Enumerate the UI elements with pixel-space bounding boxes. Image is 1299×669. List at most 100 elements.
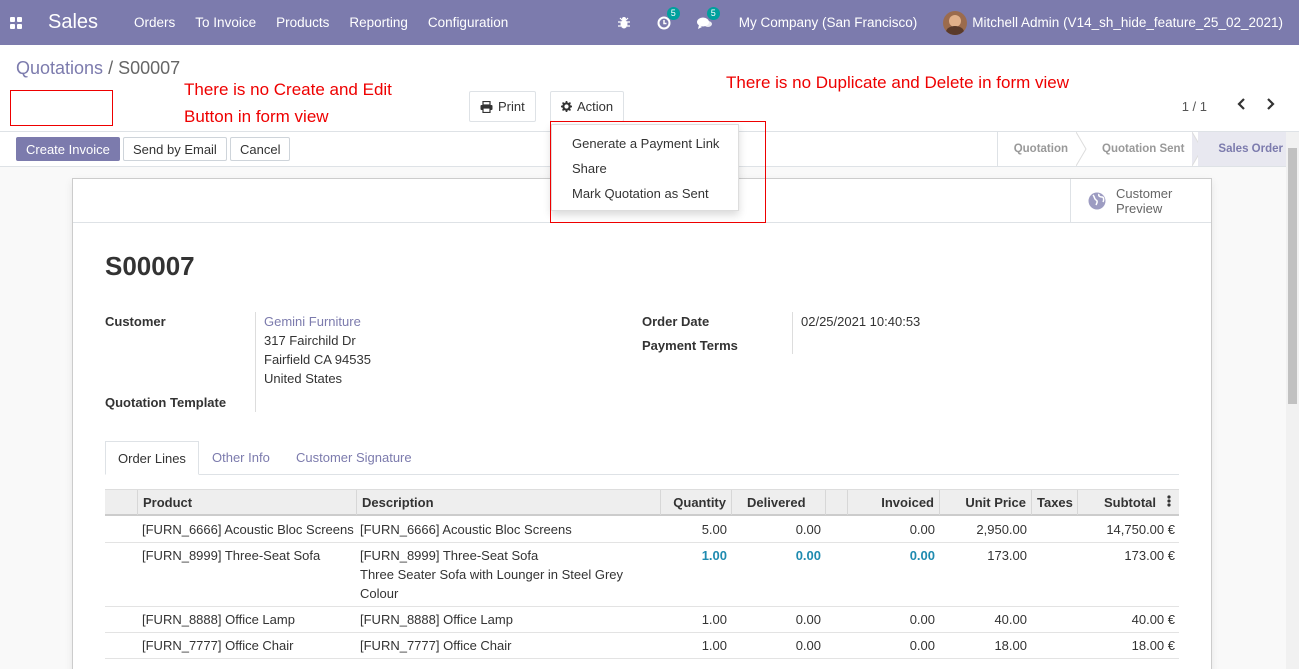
control-panel: Quotations / S00007 There is no Create a…: [0, 45, 1299, 132]
pager: 1 / 1: [1182, 97, 1299, 115]
field-divider: [255, 312, 256, 412]
order-date-value: 02/25/2021 10:40:53: [801, 314, 921, 329]
menu-configuration[interactable]: Configuration: [428, 15, 508, 30]
cell-subtotal: 14,750.00 €: [1106, 522, 1175, 537]
pager-previous-icon[interactable]: [1237, 97, 1246, 115]
form-sheet: Customer Preview S00007 Customer Gemini …: [72, 178, 1212, 669]
column-quantity[interactable]: Quantity: [660, 490, 731, 515]
pager-value[interactable]: 1 / 1: [1182, 99, 1207, 114]
cell-quantity: 1.00: [701, 612, 727, 627]
stage-quotation[interactable]: Quotation: [998, 132, 1087, 166]
table-row[interactable]: [FURN_8999] Three-Seat Sofa [FURN_8999] …: [105, 543, 1179, 607]
cell-description: [FURN_8999] Three-Seat Sofa Three Seater…: [360, 548, 624, 601]
column-invoiced[interactable]: Invoiced: [847, 490, 939, 515]
debug-bug-icon[interactable]: [617, 16, 631, 30]
menu-products[interactable]: Products: [276, 15, 329, 30]
action-label: Action: [577, 99, 614, 114]
menu-to-invoice[interactable]: To Invoice: [195, 15, 256, 30]
cell-invoiced: 0.00: [909, 522, 935, 537]
optional-columns-icon[interactable]: [1161, 490, 1179, 515]
cell-unit-price: 18.00: [994, 638, 1027, 653]
cell-quantity: 1.00: [701, 638, 727, 653]
annotation-no-create-edit: There is no Create and Edit Button in fo…: [184, 80, 392, 126]
breadcrumb-separator: /: [103, 58, 119, 78]
menu-orders[interactable]: Orders: [134, 15, 175, 30]
cell-description: [FURN_7777] Office Chair: [360, 638, 512, 653]
cell-subtotal: 40.00 €: [1131, 612, 1175, 627]
company-switcher[interactable]: My Company (San Francisco): [739, 15, 918, 30]
cell-product: [FURN_6666] Acoustic Bloc Screens: [142, 522, 354, 537]
notebook-tabs: Order Lines Other Info Customer Signatur…: [105, 441, 1179, 475]
column-description[interactable]: Description: [356, 490, 660, 515]
customer-address-line: 317 Fairchild Dr: [264, 333, 356, 348]
column-product[interactable]: Product: [137, 490, 356, 515]
column-handle: [105, 490, 137, 515]
field-divider: [792, 312, 793, 354]
top-navbar: Sales Orders To Invoice Products Reporti…: [0, 0, 1299, 45]
payment-terms-label: Payment Terms: [642, 338, 738, 353]
cell-quantity: 1.00: [701, 548, 727, 563]
tab-customer-signature[interactable]: Customer Signature: [284, 441, 424, 475]
breadcrumb-quotations[interactable]: Quotations: [16, 58, 103, 78]
pager-next-icon[interactable]: [1266, 97, 1275, 115]
user-menu[interactable]: Mitchell Admin (V14_sh_hide_feature_25_0…: [972, 15, 1283, 30]
cell-subtotal: 18.00 €: [1131, 638, 1175, 653]
cell-unit-price: 173.00: [987, 548, 1027, 563]
table-row[interactable]: [FURN_7777] Office Chair [FURN_7777] Off…: [105, 633, 1179, 659]
cell-product: [FURN_8888] Office Lamp: [142, 612, 295, 627]
breadcrumb: Quotations / S00007: [16, 58, 180, 79]
table-row[interactable]: [FURN_8888] Office Lamp [FURN_8888] Offi…: [105, 607, 1179, 633]
cell-quantity: 5.00: [701, 522, 727, 537]
cell-delivered: 0.00: [795, 612, 821, 627]
stage-pipeline: Quotation Quotation Sent Sales Order: [996, 132, 1299, 166]
cell-invoiced: 0.00: [909, 548, 935, 563]
annotation-dropdown-box: [550, 121, 766, 223]
app-brand[interactable]: Sales: [48, 11, 98, 34]
cell-subtotal: 173.00 €: [1124, 548, 1175, 563]
cancel-button[interactable]: Cancel: [230, 137, 291, 161]
print-label: Print: [498, 99, 525, 114]
customer-label: Customer: [105, 314, 166, 329]
quotation-template-label: Quotation Template: [105, 395, 227, 410]
page-scrollbar[interactable]: [1286, 132, 1299, 669]
column-delivered[interactable]: Delivered: [731, 490, 825, 515]
table-row[interactable]: [FURN_6666] Acoustic Bloc Screens [FURN_…: [105, 516, 1179, 543]
stage-sales-order[interactable]: Sales Order: [1198, 132, 1299, 166]
gear-icon: [561, 101, 572, 112]
column-unit-price[interactable]: Unit Price: [939, 490, 1031, 515]
column-taxes[interactable]: Taxes: [1031, 490, 1077, 515]
cell-delivered: 0.00: [795, 638, 821, 653]
tab-order-lines[interactable]: Order Lines: [105, 441, 199, 475]
cell-product: [FURN_7777] Office Chair: [142, 638, 294, 653]
customer-preview-button[interactable]: Customer Preview: [1070, 179, 1211, 223]
cell-invoiced: 0.00: [909, 638, 935, 653]
customer-preview-label: Customer Preview: [1116, 186, 1173, 216]
create-invoice-button[interactable]: Create Invoice: [16, 137, 120, 161]
annotation-no-duplicate-delete: There is no Duplicate and Delete in form…: [726, 73, 1069, 92]
menu-reporting[interactable]: Reporting: [349, 15, 408, 30]
form-view-area: Customer Preview S00007 Customer Gemini …: [0, 167, 1286, 669]
customer-address-line: United States: [264, 371, 343, 386]
send-by-email-button[interactable]: Send by Email: [123, 137, 227, 161]
customer-field: Gemini Furniture 317 Fairchild Dr Fairfi…: [264, 312, 371, 388]
customer-link[interactable]: Gemini Furniture: [264, 312, 371, 331]
user-avatar[interactable]: [943, 10, 968, 35]
activity-badge: 5: [666, 6, 680, 20]
apps-menu-icon[interactable]: [0, 0, 32, 45]
breadcrumb-current: S00007: [118, 58, 181, 78]
cell-unit-price: 2,950.00: [976, 522, 1027, 537]
messages-badge: 5: [706, 6, 720, 20]
messages-chat-icon[interactable]: 5: [696, 6, 720, 30]
scrollbar-thumb[interactable]: [1288, 148, 1297, 404]
cell-description: [FURN_6666] Acoustic Bloc Screens: [360, 522, 572, 537]
record-title: S00007: [105, 251, 195, 281]
print-icon: [480, 100, 493, 113]
tab-other-info[interactable]: Other Info: [200, 441, 282, 475]
table-header: Product Description Quantity Delivered I…: [105, 489, 1179, 516]
stage-quotation-sent[interactable]: Quotation Sent: [1082, 132, 1204, 166]
column-subtotal[interactable]: Subtotal: [1077, 490, 1161, 515]
action-button[interactable]: Action: [550, 91, 625, 122]
print-button[interactable]: Print: [469, 91, 536, 122]
activity-clock-icon[interactable]: 5: [657, 6, 680, 30]
column-spacer: [825, 490, 847, 515]
